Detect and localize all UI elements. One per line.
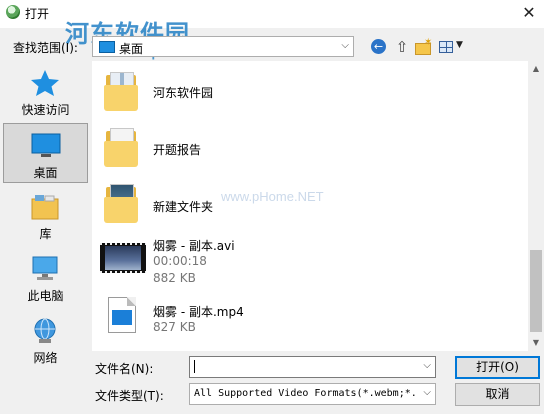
lookin-label: 查找范围(I): xyxy=(13,41,78,55)
list-item-folder[interactable]: 开题报告 xyxy=(92,123,528,179)
star-icon xyxy=(31,70,59,96)
up-folder-button[interactable]: ⇧ xyxy=(393,38,411,56)
list-item-video[interactable]: 烟雾 - 副本.mp4 827 KB xyxy=(92,296,528,346)
filetype-dropdown[interactable]: All Supported Video Formats(*.webm;*. ⌵ xyxy=(189,383,436,405)
folder-icon xyxy=(104,183,140,223)
file-name: 烟雾 - 副本.avi xyxy=(153,239,235,253)
file-size: 882 KB xyxy=(153,271,196,285)
library-icon xyxy=(31,195,59,220)
folder-icon xyxy=(104,71,140,111)
close-button[interactable]: ✕ xyxy=(518,2,540,24)
back-button[interactable]: ← xyxy=(370,38,388,56)
chevron-down-icon: ⌵ xyxy=(423,387,431,398)
file-duration: 00:00:18 xyxy=(153,254,207,268)
file-name: 烟雾 - 副本.mp4 xyxy=(153,305,244,319)
file-name: 开题报告 xyxy=(153,143,202,157)
scroll-thumb[interactable] xyxy=(530,250,542,332)
computer-icon xyxy=(32,256,58,280)
file-size: 827 KB xyxy=(153,320,196,334)
file-list[interactable]: 河东软件园 开题报告 新建文件夹 烟雾 - 副本.avi 00:00:18 88… xyxy=(92,61,528,351)
network-icon xyxy=(34,318,56,343)
scroll-up-icon[interactable]: ▲ xyxy=(528,61,544,77)
scroll-down-icon[interactable]: ▼ xyxy=(528,335,544,351)
file-name: 河东软件园 xyxy=(153,86,214,100)
desktop-icon xyxy=(31,133,61,157)
app-icon xyxy=(6,5,20,19)
place-label: 桌面 xyxy=(33,166,58,180)
place-network[interactable]: 网络 xyxy=(3,309,88,369)
back-icon: ← xyxy=(371,39,386,54)
view-menu-icon xyxy=(439,41,453,53)
chevron-down-icon: ▼ xyxy=(456,40,463,50)
lookin-value: 桌面 xyxy=(119,42,144,56)
video-thumbnail-icon xyxy=(100,243,146,273)
open-button[interactable]: 打开(O) xyxy=(455,356,540,379)
filename-input[interactable]: ⌵ xyxy=(189,356,436,378)
sparkle-icon: ✶ xyxy=(424,37,433,48)
text-caret xyxy=(194,360,195,373)
list-item-folder[interactable]: 河东软件园 xyxy=(92,67,528,123)
video-file-icon xyxy=(104,297,140,333)
filetype-label: 文件类型(T): xyxy=(95,389,164,403)
chevron-down-icon: ⌵ xyxy=(341,40,349,51)
place-this-pc[interactable]: 此电脑 xyxy=(3,247,88,307)
chevron-down-icon[interactable]: ⌵ xyxy=(423,360,431,371)
place-desktop[interactable]: 桌面 xyxy=(3,123,88,183)
new-folder-button[interactable]: ✶ xyxy=(414,37,433,56)
view-menu-button[interactable]: ▼ xyxy=(438,38,466,56)
filename-label: 文件名(N): xyxy=(95,362,154,376)
lookin-dropdown[interactable]: 桌面 ⌵ xyxy=(92,36,354,57)
places-bar: 快速访问 桌面 库 此电脑 网络 xyxy=(0,61,90,375)
list-item-folder[interactable]: 新建文件夹 xyxy=(92,179,528,235)
place-label: 库 xyxy=(39,227,52,241)
place-library[interactable]: 库 xyxy=(3,185,88,245)
file-name: 新建文件夹 xyxy=(153,200,214,214)
cancel-button[interactable]: 取消 xyxy=(455,383,540,406)
list-item-video[interactable]: 烟雾 - 副本.avi 00:00:18 882 KB xyxy=(92,233,528,291)
place-quick-access[interactable]: 快速访问 xyxy=(3,61,88,121)
place-label: 此电脑 xyxy=(27,289,64,303)
folder-icon xyxy=(104,127,140,167)
place-label: 网络 xyxy=(33,351,58,365)
filetype-value: All Supported Video Formats(*.webm;*. xyxy=(194,388,416,399)
desktop-icon xyxy=(99,41,115,53)
place-label: 快速访问 xyxy=(21,103,70,117)
watermark-text: www.pHome.NET xyxy=(221,189,324,204)
window-title: 打开 xyxy=(25,7,50,21)
